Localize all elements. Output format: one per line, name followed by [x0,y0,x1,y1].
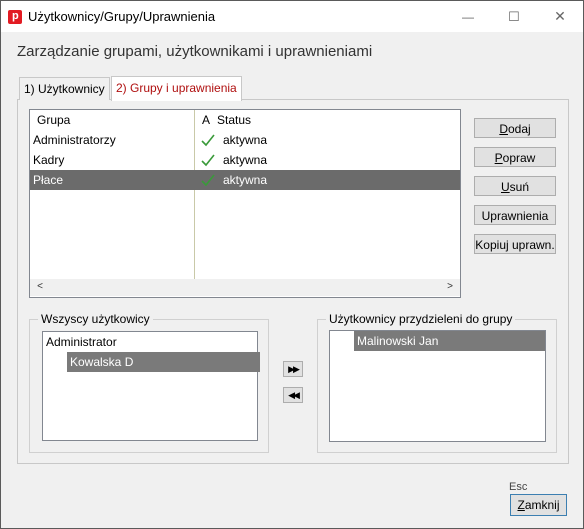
check-icon [201,154,215,167]
check-icon [201,134,215,147]
column-header-group[interactable]: Grupa [37,113,70,127]
minimize-icon: — [462,9,474,24]
list-item-selected[interactable]: Malinowski Jan [354,331,545,351]
assigned-users-legend: Użytkownicy przydzieleni do grupy [326,312,516,326]
close-button[interactable]: Zamknij [510,494,567,516]
groups-table: Grupa A Status Administratorzy aktywna K… [29,109,461,298]
table-row[interactable]: Administratorzy aktywna [30,130,460,150]
column-header-status[interactable]: Status [217,113,251,127]
delete-label-hotkey: U [500,180,510,194]
group-name: Administratorzy [33,133,116,147]
add-button[interactable]: Dodaj [474,118,556,138]
horizontal-scrollbar[interactable]: < > [30,279,460,296]
double-arrow-left-icon: ◀◀ [288,390,300,400]
double-arrow-right-icon: ▶▶ [288,364,300,374]
title-bar[interactable]: p Użytkownicy/Grupy/Uprawnienia — ☐ ✕ [1,1,583,32]
add-label-post: odaj [507,122,531,136]
check-icon [201,174,215,187]
list-item[interactable]: Administrator [43,332,259,352]
assigned-users-list[interactable]: Malinowski Jan [329,330,546,442]
maximize-icon: ☐ [508,8,520,24]
window-title: Użytkownicy/Grupy/Uprawnienia [28,9,216,24]
group-status: aktywna [223,133,268,147]
esc-hint: Esc [509,481,528,493]
delete-label-post: suń [509,180,530,194]
group-status: aktywna [223,173,268,187]
table-row[interactable]: Kadry aktywna [30,150,460,170]
close-label-hotkey: Z [517,498,525,512]
all-users-legend: Wszyscy użytkowicy [38,312,153,326]
group-name: Kadry [33,153,65,167]
page-title: Zarządzanie grupami, użytkownikami i upr… [17,43,373,60]
unassign-user-button[interactable]: ◀◀ [283,387,303,403]
app-icon-letter: p [12,10,19,22]
close-window-button[interactable]: ✕ [537,1,583,32]
all-users-list[interactable]: Administrator Kowalska D [42,331,260,441]
tab-users[interactable]: 1) Użytkownicy [19,77,110,100]
group-status: aktywna [223,153,268,167]
copy-permissions-button[interactable]: Kopiuj uprawn. [474,234,556,254]
assign-user-button[interactable]: ▶▶ [283,361,303,377]
add-label-hotkey: D [499,122,508,136]
edit-button[interactable]: Popraw [474,147,556,167]
table-row-selected[interactable]: Płace aktywna [30,170,460,190]
edit-label-hotkey: P [494,151,503,165]
close-icon: ✕ [554,8,566,24]
tab-groups-permissions[interactable]: 2) Grupy i uprawnienia [111,76,242,101]
dialog-window: p Użytkownicy/Grupy/Uprawnienia — ☐ ✕ Za… [0,0,584,529]
app-icon: p [8,10,22,24]
scroll-right-icon[interactable]: > [443,281,457,294]
scroll-left-icon[interactable]: < [33,281,47,294]
group-name: Płace [33,173,64,187]
minimize-button[interactable]: — [445,1,491,32]
edit-label-post: opraw [502,151,536,165]
maximize-button[interactable]: ☐ [491,1,537,32]
delete-button[interactable]: Usuń [474,176,556,196]
column-header-active[interactable]: A [202,113,210,127]
list-item-selected[interactable]: Kowalska D [67,352,260,372]
close-label-post: amknij [524,498,560,512]
permissions-button[interactable]: Uprawnienia [474,205,556,225]
